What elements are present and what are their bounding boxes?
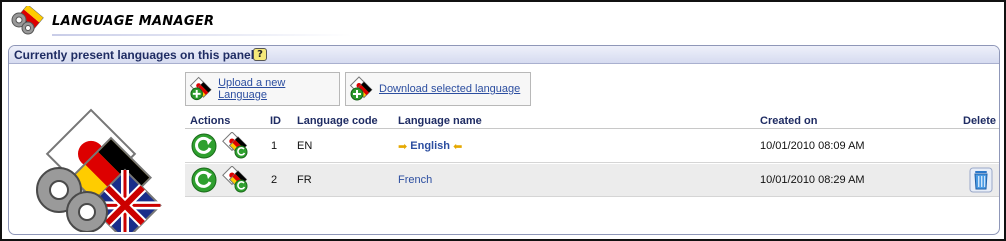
flags-refresh-icon[interactable] xyxy=(222,132,250,160)
download-language-button[interactable]: Download selected language xyxy=(345,72,531,106)
row-language-name-current: ➡ English ⬅ xyxy=(398,140,462,153)
flags-plus-icon xyxy=(189,76,212,101)
yellow-arrow-left-icon: ⬅ xyxy=(453,141,463,153)
row-created-on: 10/01/2010 08:29 AM xyxy=(760,174,865,186)
upload-language-button[interactable]: Upload a new Language xyxy=(185,72,340,106)
help-icon[interactable]: ? xyxy=(253,48,267,61)
row-id: 2 xyxy=(271,174,278,186)
table-row: 2 FR French 10/01/2010 08:29 AM xyxy=(185,164,999,197)
flags-plus-icon xyxy=(349,76,373,101)
col-language-name: Language name xyxy=(398,115,482,127)
title-underline xyxy=(52,34,352,36)
page-title: LANGUAGE MANAGER xyxy=(52,14,215,29)
language-gear-flags-icon xyxy=(11,6,44,35)
panel-title: Currently present languages on this pane… xyxy=(14,48,255,62)
language-manager-logo-icon xyxy=(36,108,162,232)
trash-can-icon[interactable] xyxy=(969,167,993,193)
row-created-on: 10/01/2010 08:09 AM xyxy=(760,140,865,152)
col-delete: Delete xyxy=(963,115,997,127)
col-language-code: Language code xyxy=(297,115,378,127)
col-created-on: Created on xyxy=(760,115,818,127)
page-header: LANGUAGE MANAGER xyxy=(6,6,1002,38)
yellow-arrow-right-icon: ➡ xyxy=(398,141,408,153)
language-name-link[interactable]: English xyxy=(410,140,450,152)
green-refresh-icon[interactable] xyxy=(190,132,218,160)
row-id: 1 xyxy=(271,140,278,152)
table-header: Actions ID Language code Language name C… xyxy=(185,114,999,129)
table-row: 1 EN ➡ English ⬅ 10/01/2010 08:09 AM xyxy=(185,130,999,163)
language-manager-window: LANGUAGE MANAGER Currently present langu… xyxy=(0,0,1006,241)
languages-panel: Currently present languages on this pane… xyxy=(8,45,1000,235)
green-refresh-icon[interactable] xyxy=(190,166,218,194)
download-language-label: Download selected language xyxy=(379,83,521,95)
row-language-code: FR xyxy=(297,174,312,186)
col-id: ID xyxy=(270,115,281,127)
language-name-link[interactable]: French xyxy=(398,174,432,186)
upload-language-label: Upload a new Language xyxy=(218,77,286,101)
flags-refresh-icon[interactable] xyxy=(222,166,250,194)
panel-header: Currently present languages on this pane… xyxy=(9,46,999,64)
col-actions: Actions xyxy=(190,115,231,127)
row-language-code: EN xyxy=(297,140,313,152)
